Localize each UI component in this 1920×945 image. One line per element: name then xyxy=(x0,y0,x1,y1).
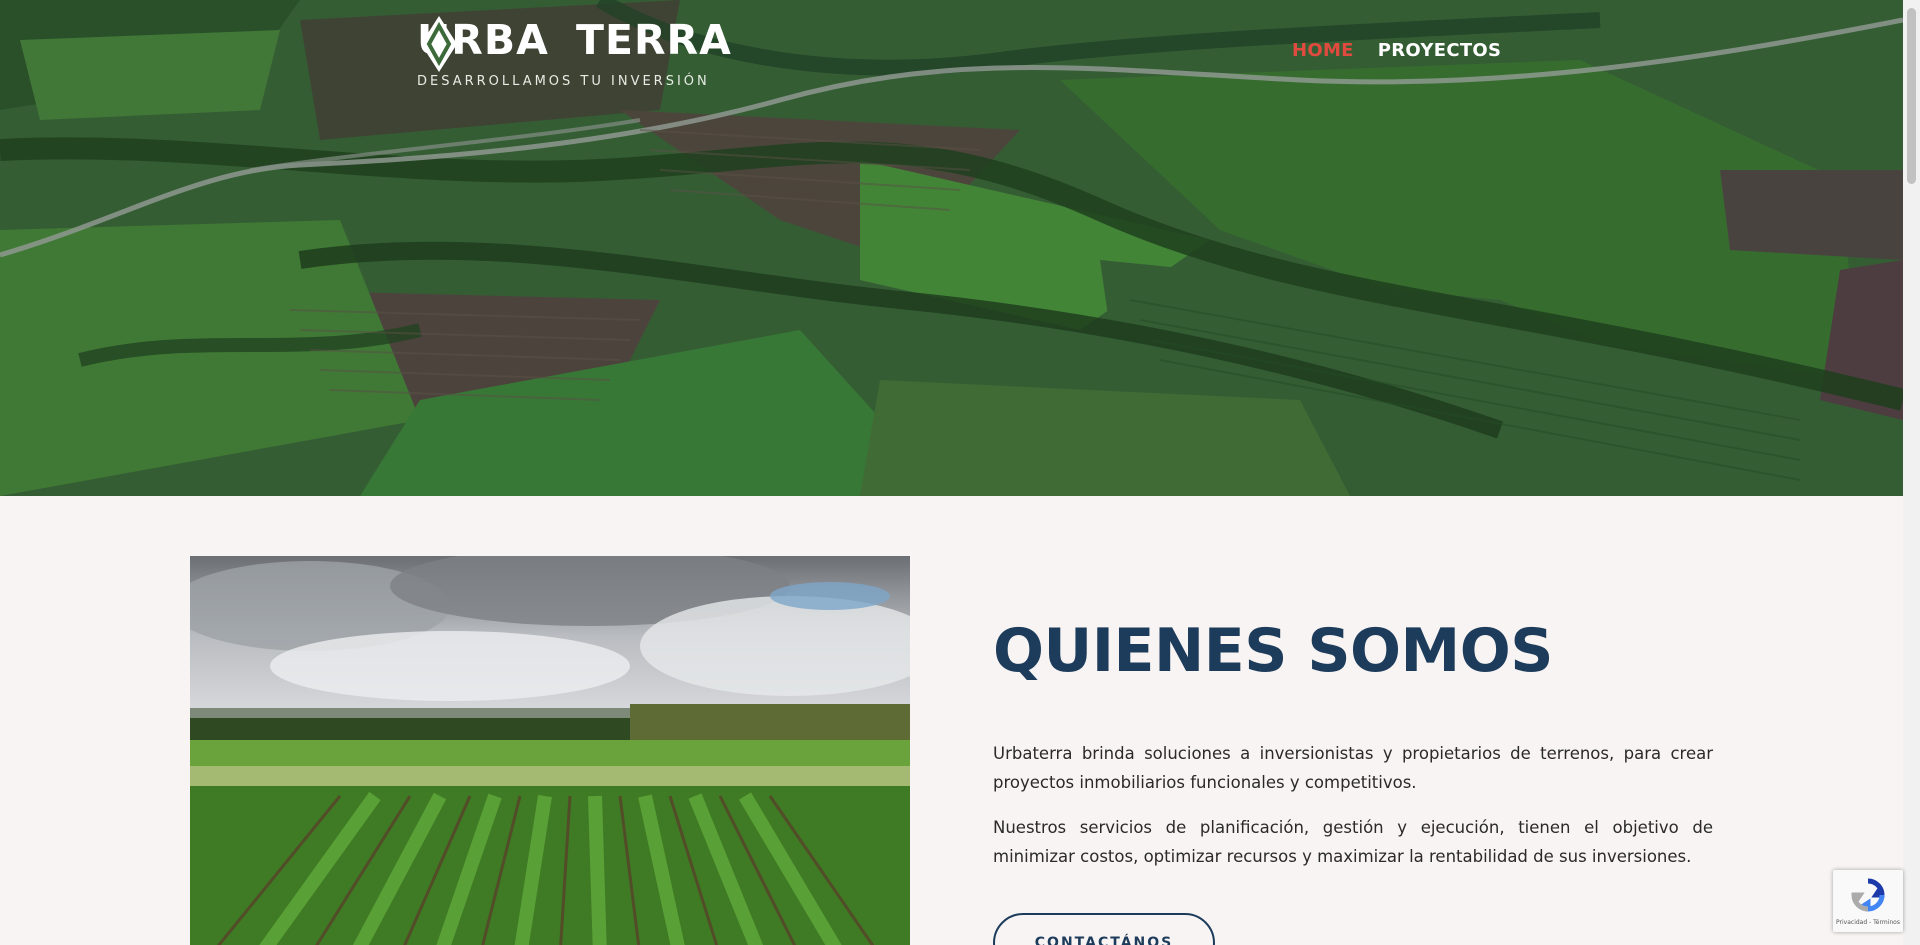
about-paragraph-1: Urbaterra brinda soluciones a inversioni… xyxy=(993,744,1713,792)
recaptcha-badge[interactable]: Privacidad - Términos xyxy=(1833,870,1903,932)
contact-button[interactable]: CONTACTÁNOS xyxy=(993,913,1215,945)
recaptcha-links[interactable]: Privacidad - Términos xyxy=(1833,919,1903,926)
main-nav: HOME PROYECTOS xyxy=(1292,40,1501,61)
hero-banner: URBA TERRA DESARROLLAMOS TU INVERSIÓN HO… xyxy=(0,0,1903,496)
nav-proyectos[interactable]: PROYECTOS xyxy=(1378,40,1502,61)
logo[interactable]: URBA TERRA DESARROLLAMOS TU INVERSIÓN xyxy=(417,14,731,94)
about-paragraph-2: Nuestros servicios de planificación, ges… xyxy=(993,818,1713,866)
logo-word-right: TERRA xyxy=(576,16,732,64)
nav-home[interactable]: HOME xyxy=(1292,40,1354,61)
logo-tagline: DESARROLLAMOS TU INVERSIÓN xyxy=(417,74,710,89)
hero-overlay xyxy=(0,0,1903,496)
logo-diamond-icon xyxy=(421,16,457,72)
farm-field-photo xyxy=(190,556,910,945)
section-title: QUIENES SOMOS xyxy=(993,616,1553,686)
recaptcha-icon xyxy=(1851,878,1885,912)
scrollbar-thumb[interactable] xyxy=(1907,8,1916,184)
scrollbar[interactable] xyxy=(1903,0,1920,945)
